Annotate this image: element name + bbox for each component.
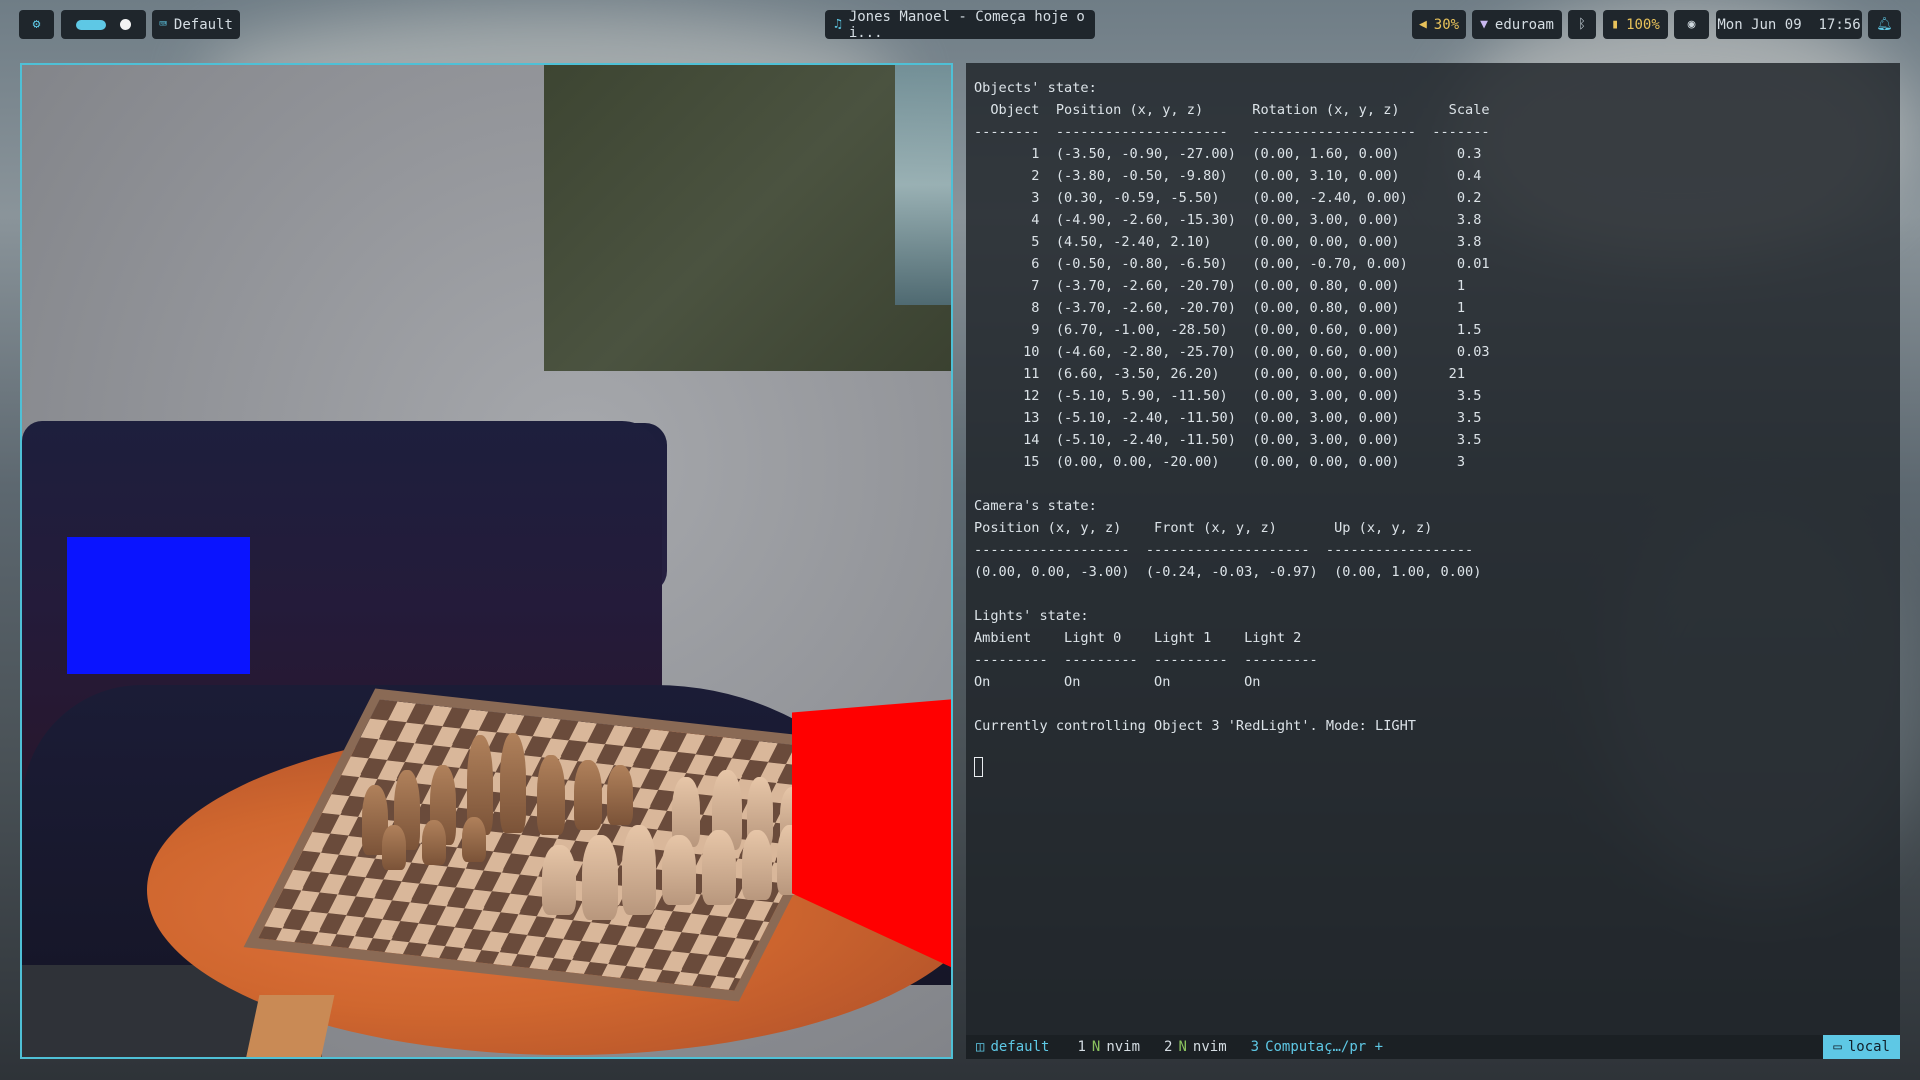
chess-piece (382, 825, 406, 870)
tmux-window-label: Computaç…/pr + (1265, 1039, 1384, 1055)
volume-level: 30% (1433, 16, 1460, 33)
chess-piece (607, 765, 633, 825)
tmux-window-label: nvim (1106, 1039, 1141, 1055)
workspace-toggle[interactable] (61, 10, 146, 39)
workspace-indicator-dot (120, 19, 131, 30)
blue-cube-object (67, 537, 250, 674)
terminal-window[interactable]: Objects' state: Object Position (x, y, z… (966, 63, 1900, 1059)
tmux-session[interactable]: ◫ default (976, 1039, 1049, 1055)
top-bar: ⚙ ⌨ Default ♫ Jones Manoel - Começa hoje… (0, 0, 1920, 48)
chess-piece (500, 733, 526, 833)
network-widget[interactable]: ▼ eduroam (1472, 10, 1562, 39)
terminal-output: Objects' state: Object Position (x, y, z… (974, 80, 1490, 734)
layout-icon: ◫ (976, 1039, 985, 1055)
notifications-button[interactable]: 🔔︎ (1868, 10, 1901, 39)
tmux-status-bar: ◫ default 1 N nvim 2 N nvim 3 Computaç…/… (966, 1035, 1900, 1059)
bell-icon: 🔔︎ (1876, 17, 1893, 32)
eye-icon: ◉ (1687, 17, 1696, 32)
tmux-window-3[interactable]: 3 Computaç…/pr + (1251, 1039, 1383, 1055)
chess-piece (422, 820, 446, 865)
battery-widget[interactable]: ▮ 100% (1603, 10, 1668, 39)
tmux-window-2[interactable]: 2 N nvim (1164, 1039, 1227, 1055)
gear-icon: ⚙ (32, 17, 41, 32)
chess-piece (462, 817, 486, 862)
speaker-icon: ◀ (1418, 17, 1427, 32)
tmux-window-1[interactable]: 1 N nvim (1077, 1039, 1140, 1055)
tmux-host[interactable]: ▭ local (1823, 1035, 1900, 1059)
wifi-icon: ▼ (1480, 17, 1488, 32)
battery-level: 100% (1626, 16, 1660, 33)
table-leg (244, 995, 335, 1057)
keyboard-icon: ⌨ (159, 17, 167, 32)
media-player-widget[interactable]: ♫ Jones Manoel - Começa hoje o i... (825, 8, 1095, 41)
tmux-window-index: 2 (1164, 1039, 1173, 1055)
chess-piece (662, 835, 696, 905)
keyboard-layout-label: Default (173, 16, 233, 33)
chess-piece (742, 830, 772, 900)
chess-piece (582, 835, 618, 920)
neovim-icon: N (1178, 1039, 1187, 1055)
clock-widget[interactable]: Mon Jun 09 17:56 (1716, 10, 1862, 39)
painting-sky (895, 65, 951, 305)
keyboard-layout-button[interactable]: ⌨ Default (152, 10, 240, 39)
idle-inhibitor-button[interactable]: ◉ (1674, 10, 1709, 39)
tmux-window-index: 3 (1250, 1039, 1260, 1055)
battery-icon: ▮ (1611, 17, 1620, 32)
opengl-render-window[interactable] (20, 63, 953, 1059)
workspace-indicator-active (76, 19, 106, 30)
network-name: eduroam (1494, 16, 1554, 33)
chess-piece (622, 825, 656, 915)
settings-button[interactable]: ⚙ (19, 10, 54, 39)
neovim-icon: N (1091, 1039, 1101, 1055)
bluetooth-icon: ᛒ (1578, 17, 1586, 32)
volume-widget[interactable]: ◀ 30% (1412, 10, 1466, 39)
chess-piece (702, 830, 736, 905)
chess-piece (542, 845, 576, 915)
datetime: Mon Jun 09 17:56 (1717, 16, 1861, 33)
scene-wall-painting (544, 65, 951, 371)
music-note-icon: ♫ (834, 17, 842, 32)
tmux-host-name: local (1847, 1039, 1890, 1055)
bluetooth-widget[interactable]: ᛒ (1568, 10, 1596, 39)
tmux-session-name: default (990, 1039, 1050, 1055)
terminal-cursor[interactable] (974, 757, 983, 777)
monitor-icon: ▭ (1833, 1039, 1842, 1055)
media-title: Jones Manoel - Começa hoje o i... (848, 8, 1085, 41)
chess-piece (574, 760, 602, 830)
tmux-window-label: nvim (1192, 1039, 1227, 1055)
chess-piece (537, 755, 565, 835)
tmux-window-index: 1 (1077, 1039, 1086, 1055)
